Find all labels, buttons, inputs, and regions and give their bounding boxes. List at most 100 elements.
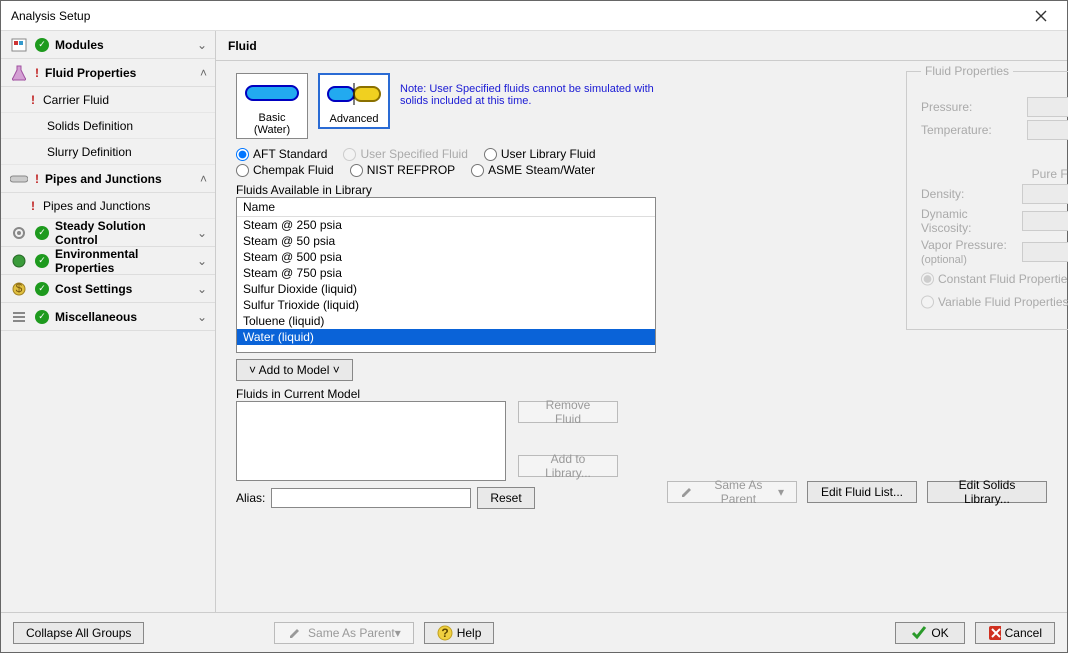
pipe-icon bbox=[9, 171, 29, 187]
fluid-list-item[interactable]: Steam @ 50 psia bbox=[237, 233, 655, 249]
check-icon: ✓ bbox=[35, 38, 49, 52]
group-pipes-junctions[interactable]: ! Pipes and Junctions ˄ bbox=[1, 165, 215, 193]
fluid-list-item[interactable]: Sulfur Trioxide (liquid) bbox=[237, 297, 655, 313]
radio-user-library[interactable]: User Library Fluid bbox=[484, 147, 596, 161]
add-to-model-button[interactable]: ˅ Add to Model ˅ bbox=[236, 359, 353, 381]
advanced-caption: Advanced bbox=[322, 111, 386, 125]
same-as-parent-button: Same As Parent ▾ bbox=[667, 481, 797, 503]
fluid-list-item[interactable]: Water (liquid) bbox=[237, 329, 655, 345]
sidebar-item-pipes-junctions[interactable]: Pipes and Junctions bbox=[1, 193, 215, 219]
fluid-properties-fieldset: Fluid Properties Pressure: psia Temperat… bbox=[906, 71, 1068, 330]
cancel-button[interactable]: Cancel bbox=[975, 622, 1055, 644]
fluid-list-item[interactable]: Toluene (liquid) bbox=[237, 313, 655, 329]
edit-icon bbox=[680, 485, 693, 499]
edit-fluid-list-button[interactable]: Edit Fluid List... bbox=[807, 481, 917, 503]
window-title: Analysis Setup bbox=[11, 9, 1019, 23]
fluid-list-item[interactable]: Sulfur Dioxide (liquid) bbox=[237, 281, 655, 297]
sidebar-item-label: Solids Definition bbox=[47, 119, 133, 133]
radio-label: NIST REFPROP bbox=[367, 163, 455, 177]
group-label: Environmental Properties bbox=[55, 247, 191, 275]
radio-label: Chempak Fluid bbox=[253, 163, 334, 177]
pressure-input bbox=[1027, 97, 1068, 117]
basic-caption: Basic (Water) bbox=[239, 110, 305, 136]
pure-fluid-header: Pure Fluid bbox=[1025, 167, 1068, 181]
radio-constant-props: Constant Fluid Properties bbox=[921, 269, 1068, 289]
basic-mode-button[interactable]: Basic (Water) bbox=[236, 73, 308, 139]
fluid-list-item[interactable]: Steam @ 500 psia bbox=[237, 249, 655, 265]
sidebar-item-label: Carrier Fluid bbox=[43, 93, 109, 107]
help-button[interactable]: ? Help bbox=[424, 622, 494, 644]
note-text: Note: User Specified fluids cannot be si… bbox=[400, 83, 660, 107]
radio-aft-standard[interactable]: AFT Standard bbox=[236, 147, 327, 161]
panel-title: Fluid bbox=[216, 31, 1067, 61]
close-button[interactable] bbox=[1019, 2, 1063, 30]
group-steady-solution[interactable]: ✓ Steady Solution Control ⌄ bbox=[1, 219, 215, 247]
chevron-down-icon: ⌄ bbox=[197, 38, 207, 52]
vapor-label: Vapor Pressure:(optional) bbox=[921, 238, 1016, 266]
radio-nist[interactable]: NIST REFPROP bbox=[350, 163, 455, 177]
check-icon: ✓ bbox=[35, 254, 49, 268]
group-modules[interactable]: ✓ Modules ⌄ bbox=[1, 31, 215, 59]
group-label: Fluid Properties bbox=[45, 66, 194, 80]
button-label: ˅ Add to Model ˅ bbox=[249, 363, 340, 377]
remove-fluid-button: Remove Fluid bbox=[518, 401, 618, 423]
radio-asme[interactable]: ASME Steam/Water bbox=[471, 163, 595, 177]
close-icon bbox=[1035, 10, 1047, 22]
button-label: Reset bbox=[490, 491, 521, 505]
edit-icon bbox=[288, 626, 302, 640]
edit-solids-library-button[interactable]: Edit Solids Library... bbox=[927, 481, 1047, 503]
vapor-pure-input bbox=[1022, 242, 1068, 262]
button-label: Help bbox=[457, 626, 482, 640]
chevron-down-icon: ⌄ bbox=[197, 254, 207, 268]
collapse-all-button[interactable]: Collapse All Groups bbox=[13, 622, 144, 644]
group-cost[interactable]: $ ✓ Cost Settings ⌄ bbox=[1, 275, 215, 303]
sidebar-item-slurry-definition[interactable]: Slurry Definition bbox=[1, 139, 215, 165]
button-label: Same As Parent bbox=[699, 478, 778, 506]
button-label: Edit Solids Library... bbox=[940, 478, 1034, 506]
temperature-input bbox=[1027, 120, 1068, 140]
ok-button[interactable]: OK bbox=[895, 622, 965, 644]
chevron-down-icon: ⌄ bbox=[197, 310, 207, 324]
viscosity-pure-input bbox=[1022, 211, 1068, 231]
fluids-listbox[interactable]: Name Steam @ 250 psiaSteam @ 50 psiaStea… bbox=[236, 197, 656, 353]
basic-pipe-icon bbox=[239, 76, 305, 110]
cost-icon: $ bbox=[9, 281, 29, 297]
check-icon bbox=[911, 625, 927, 641]
radio-label: Variable Fluid Properties bbox=[938, 295, 1068, 309]
titlebar: Analysis Setup bbox=[1, 1, 1067, 31]
advanced-mode-button[interactable]: Advanced bbox=[318, 73, 390, 129]
viscosity-label: Dynamic Viscosity: bbox=[921, 207, 1016, 235]
radio-user-specified: User Specified Fluid bbox=[343, 147, 467, 161]
radio-variable-props: Variable Fluid Properties bbox=[921, 292, 1068, 312]
radio-chempak[interactable]: Chempak Fluid bbox=[236, 163, 334, 177]
group-label: Cost Settings bbox=[55, 282, 191, 296]
alias-label: Alias: bbox=[236, 491, 265, 505]
add-to-library-button: Add to Library... bbox=[518, 455, 618, 477]
check-icon: ✓ bbox=[35, 282, 49, 296]
fluid-list-item[interactable]: Steam @ 250 psia bbox=[237, 217, 655, 233]
fluid-list-item[interactable]: Steam @ 750 psia bbox=[237, 265, 655, 281]
name-column-header: Name bbox=[237, 198, 655, 217]
svg-text:$: $ bbox=[16, 281, 23, 295]
density-label: Density: bbox=[921, 187, 1016, 201]
fluids-in-model-listbox[interactable] bbox=[236, 401, 506, 481]
group-label: Steady Solution Control bbox=[55, 219, 191, 247]
alias-input[interactable] bbox=[271, 488, 471, 508]
group-environmental[interactable]: ✓ Environmental Properties ⌄ bbox=[1, 247, 215, 275]
sidebar-item-solids-definition[interactable]: Solids Definition bbox=[1, 113, 215, 139]
radio-label: ASME Steam/Water bbox=[488, 163, 595, 177]
footer-same-as-parent-button: Same As Parent ▾ bbox=[274, 622, 414, 644]
fluids-in-model-label: Fluids in Current Model bbox=[236, 387, 1047, 401]
radio-label: User Specified Fluid bbox=[360, 147, 467, 161]
group-misc[interactable]: ✓ Miscellaneous ⌄ bbox=[1, 303, 215, 331]
fieldset-legend: Fluid Properties bbox=[921, 64, 1013, 78]
reset-button[interactable]: Reset bbox=[477, 487, 534, 509]
button-label: Same As Parent bbox=[308, 626, 395, 640]
warn-icon: ! bbox=[35, 172, 39, 186]
chevron-down-icon: ⌄ bbox=[197, 226, 207, 240]
sidebar-item-carrier-fluid[interactable]: Carrier Fluid bbox=[1, 87, 215, 113]
button-label: Add to Library... bbox=[531, 452, 605, 480]
svg-text:?: ? bbox=[442, 626, 449, 640]
group-fluid-properties[interactable]: ! Fluid Properties ˄ bbox=[1, 59, 215, 87]
group-label: Miscellaneous bbox=[55, 310, 191, 324]
